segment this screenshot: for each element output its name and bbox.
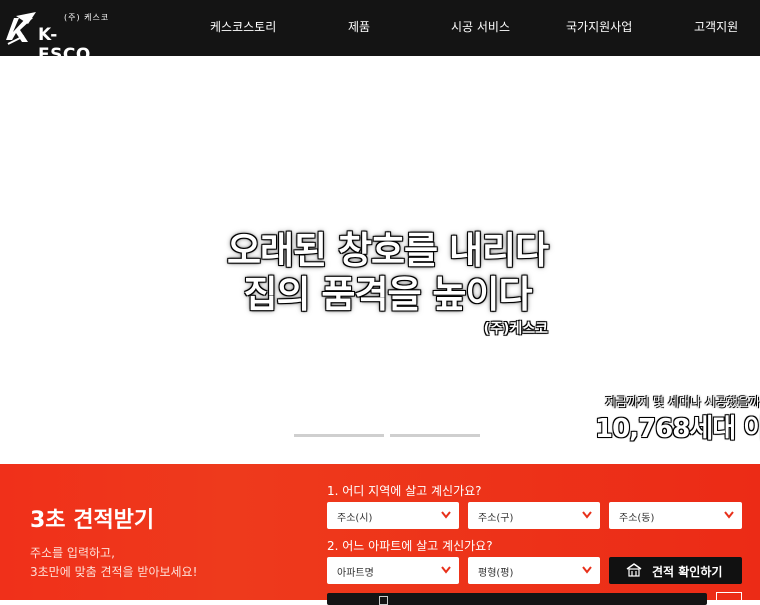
question-apartment: 2. 어느 아파트에 살고 계신가요? [327, 539, 493, 553]
side-toggle-button[interactable] [716, 592, 742, 604]
chevron-down-icon [724, 511, 734, 519]
chevron-down-icon [582, 511, 592, 519]
nav-item-story[interactable]: 케스코스토리 [210, 18, 276, 35]
chevron-down-icon [441, 511, 451, 519]
square-icon [379, 596, 388, 605]
nav-item-installation[interactable]: 시공 서비스 [451, 18, 510, 35]
logo-subtitle: (주) 케스코 [64, 13, 110, 22]
dong-select-value: 주소(동) [619, 513, 655, 524]
size-select[interactable]: 평형(평) [468, 557, 600, 584]
confirm-estimate-label: 견적 확인하기 [652, 565, 723, 579]
slider-indicator-1[interactable] [294, 434, 384, 437]
dong-select[interactable]: 주소(동) [609, 502, 742, 529]
estimate-desc-2: 3초만에 맞춤 견적을 받아보세요! [30, 565, 198, 579]
confirm-estimate-button[interactable]: 견적 확인하기 [609, 557, 742, 584]
nav-item-products[interactable]: 제품 [348, 18, 370, 35]
nav-item-customer-support[interactable]: 고객지원 [694, 18, 738, 35]
size-select-value: 평형(평) [478, 568, 514, 579]
slider-indicator-2[interactable] [390, 434, 480, 437]
install-count-value: 10,768세대 이상 [595, 414, 760, 444]
district-select-value: 주소(구) [478, 513, 514, 524]
hero-banner: 오래된 창호를 내리다 집의 품격을 높이다 (주)케스코 지금까지 몇 세대나… [0, 56, 760, 464]
nav-item-national-support[interactable]: 국가지원사업 [566, 18, 632, 35]
apartment-select-value: 아파트명 [337, 568, 374, 579]
city-select-value: 주소(시) [337, 513, 373, 524]
building-icon [626, 563, 642, 577]
k-logo-icon [6, 12, 36, 45]
chevron-down-icon [582, 566, 592, 574]
bottom-banner-bar[interactable] [327, 593, 707, 605]
hero-brand: (주)케스코 [483, 321, 548, 337]
chevron-down-icon [441, 566, 451, 574]
quick-estimate-section: 3초 견적받기 주소를 입력하고, 3초만에 맞춤 견적을 받아보세요! 1. … [0, 464, 760, 605]
estimate-desc-1: 주소를 입력하고, [30, 546, 115, 560]
top-header: (주) 케스코 K-ESCO 케스코스토리 제품 시공 서비스 국가지원사업 고… [0, 0, 760, 65]
hero-headline-2: 집의 품격을 높이다 [243, 273, 532, 316]
estimate-title: 3초 견적받기 [30, 508, 155, 533]
district-select[interactable]: 주소(구) [468, 502, 600, 529]
apartment-select[interactable]: 아파트명 [327, 557, 459, 584]
city-select[interactable]: 주소(시) [327, 502, 459, 529]
brand-logo[interactable]: (주) 케스코 K-ESCO [0, 8, 110, 65]
question-region: 1. 어디 지역에 살고 계신가요? [327, 484, 482, 498]
